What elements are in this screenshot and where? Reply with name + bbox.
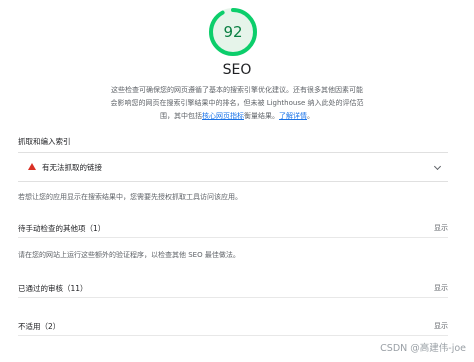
not-applicable-section[interactable]: 不适用（2） 显示 — [18, 316, 448, 336]
manual-audits-show-toggle[interactable]: 显示 — [434, 223, 448, 233]
category-description: 这些检查可确保您的网页遵循了基本的搜索引擎优化建议。还有很多其他因素可能会影响您… — [110, 86, 364, 120]
chevron-down-icon[interactable] — [433, 162, 442, 171]
passed-audits-show-toggle[interactable]: 显示 — [434, 283, 448, 293]
fail-triangle-icon — [28, 163, 36, 170]
not-applicable-show-toggle[interactable]: 显示 — [434, 321, 448, 331]
manual-audits-title: 待手动检查的其他项（1） — [18, 224, 106, 233]
core-web-vitals-link[interactable]: 核心网页指标 — [202, 112, 244, 120]
crawl-group-title: 抓取和编入索引 — [18, 137, 71, 146]
learn-more-link[interactable]: 了解详情 — [279, 112, 307, 120]
watermark: CSDN @高建伟-joe — [380, 343, 466, 354]
audit-crawlable-links[interactable]: 有无法抓取的链接 — [18, 152, 448, 182]
category-title: SEO — [222, 62, 252, 78]
audit-label: 有无法抓取的链接 — [42, 163, 102, 172]
manual-audits-section[interactable]: 待手动检查的其他项（1） 显示 — [18, 218, 448, 238]
description-text-end: 衡量结果。 — [244, 112, 279, 120]
not-applicable-title: 不适用（2） — [18, 322, 61, 331]
crawl-group-note: 若想让您的应用显示在搜索结果中，您需要先授权抓取工具访问该应用。 — [18, 193, 242, 201]
manual-audits-note: 请在您的网站上运行这些额外的验证程序，以检查其他 SEO 最佳做法。 — [18, 251, 240, 259]
passed-audits-section[interactable]: 已通过的审核（11） 显示 — [18, 278, 448, 298]
score-gauge: 92 — [207, 6, 259, 58]
score-value: 92 — [223, 23, 243, 41]
passed-audits-title: 已通过的审核（11） — [18, 284, 88, 293]
